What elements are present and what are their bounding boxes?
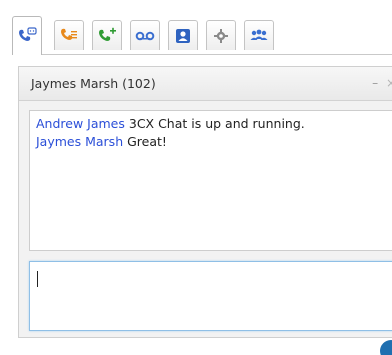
tab-voicemail[interactable] — [130, 20, 160, 50]
phone-chat-icon — [17, 27, 37, 45]
tab-contacts[interactable] — [168, 20, 198, 50]
voicemail-icon — [135, 29, 155, 43]
tab-chat[interactable] — [12, 16, 42, 55]
chat-app: Jaymes Marsh (102) – × Andrew James 3CX … — [0, 0, 392, 355]
close-button[interactable]: × — [385, 76, 392, 90]
chat-window: Jaymes Marsh (102) – × Andrew James 3CX … — [18, 66, 392, 338]
conference-icon — [249, 28, 269, 44]
message-sender: Andrew James — [36, 116, 125, 131]
phone-list-icon — [59, 27, 79, 45]
message-history[interactable]: Andrew James 3CX Chat is up and running.… — [29, 110, 392, 251]
tab-add-call[interactable] — [92, 20, 122, 50]
chat-header: Jaymes Marsh (102) – × — [19, 67, 392, 101]
notification-bubble[interactable] — [380, 340, 392, 355]
chat-compose-input[interactable] — [29, 261, 392, 331]
message-sender: Jaymes Marsh — [36, 134, 124, 149]
tab-call-log[interactable] — [54, 20, 84, 50]
message-text: 3CX Chat is up and running. — [124, 116, 305, 131]
tab-settings[interactable] — [206, 20, 236, 50]
message-text: Great! — [123, 134, 167, 149]
gear-icon — [212, 27, 230, 45]
minimize-button[interactable]: – — [369, 76, 381, 90]
window-controls: – × — [369, 76, 392, 90]
message: Andrew James 3CX Chat is up and running. — [36, 115, 392, 133]
phone-add-icon — [97, 27, 117, 45]
contacts-icon — [174, 27, 192, 45]
message: Jaymes Marsh Great! — [36, 133, 392, 151]
text-caret — [37, 271, 38, 287]
tab-strip — [12, 14, 392, 55]
tab-conference[interactable] — [244, 20, 274, 50]
chat-title: Jaymes Marsh (102) — [31, 76, 156, 91]
